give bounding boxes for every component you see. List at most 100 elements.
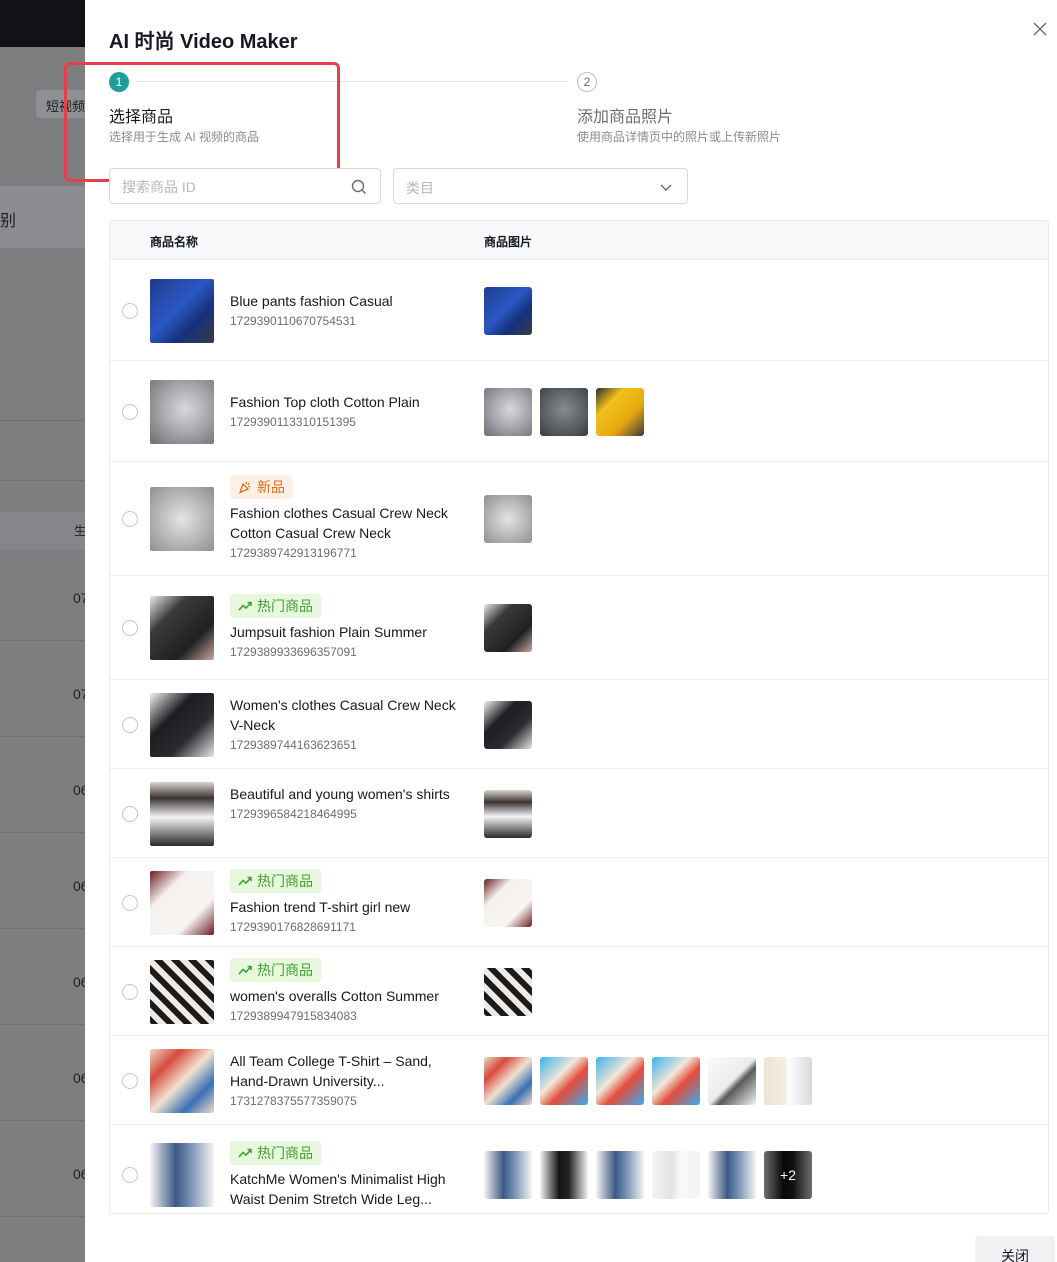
- product-name: Blue pants fashion Casual: [230, 293, 393, 309]
- row-select-radio[interactable]: [122, 511, 138, 527]
- product-images: [484, 790, 532, 838]
- product-info: 新品 Fashion clothes Casual Crew Neck Cotto…: [230, 475, 470, 560]
- header-product-name: 商品名称: [150, 235, 199, 249]
- row-select-radio[interactable]: [122, 1167, 138, 1183]
- product-info: Blue pants fashion Casual 172939011067075…: [230, 291, 470, 328]
- hot-product-badge: 热门商品: [230, 594, 321, 618]
- row-select-radio[interactable]: [122, 620, 138, 636]
- bg-divider: [0, 480, 90, 481]
- product-images: [484, 287, 532, 335]
- product-info: Beautiful and young women's shirts 172939…: [230, 784, 470, 821]
- product-name: Jumpsuit fashion Plain Summer: [230, 624, 427, 640]
- product-info: 热门商品 Fashion trend T-shirt girl new 172939…: [230, 869, 470, 934]
- product-name: Fashion Top cloth Cotton Plain: [230, 394, 420, 410]
- product-image[interactable]: [596, 1151, 644, 1199]
- row-select-radio[interactable]: [122, 806, 138, 822]
- product-info: Fashion Top cloth Cotton Plain 1729390113…: [230, 392, 470, 429]
- product-table: 商品名称 商品图片 Blue pants fashion Casual 17293…: [109, 220, 1049, 1214]
- step-1-number: 1: [109, 72, 129, 92]
- category-select[interactable]: 类目: [393, 168, 688, 204]
- product-thumbnail: [150, 279, 214, 343]
- product-image[interactable]: [484, 388, 532, 436]
- bg-side-char: 别: [0, 213, 17, 230]
- bg-divider: [0, 640, 90, 641]
- product-image[interactable]: [540, 1151, 588, 1199]
- product-thumbnail: [150, 693, 214, 757]
- product-image[interactable]: [484, 287, 532, 335]
- hot-product-badge: 热门商品: [230, 1141, 321, 1165]
- badge-label: 新品: [257, 479, 285, 495]
- product-thumbnail: [150, 1049, 214, 1113]
- product-image[interactable]: [708, 1151, 756, 1199]
- header-product-images: 商品图片: [484, 235, 533, 249]
- bg-divider: [0, 832, 90, 833]
- product-image[interactable]: [484, 1151, 532, 1199]
- product-images: [484, 388, 644, 436]
- row-select-radio[interactable]: [122, 895, 138, 911]
- search-input[interactable]: [122, 177, 342, 197]
- product-thumbnail: [150, 782, 214, 846]
- product-image[interactable]: [484, 790, 532, 838]
- product-image[interactable]: [652, 1151, 700, 1199]
- product-image[interactable]: [540, 1057, 588, 1105]
- party-popper-icon: [238, 481, 251, 494]
- product-name: women's overalls Cotton Summer: [230, 988, 439, 1004]
- product-id: 1729389744163623651: [230, 738, 357, 752]
- product-name: Women's clothes Casual Crew Neck V-Neck: [230, 697, 456, 733]
- row-select-radio[interactable]: [122, 404, 138, 420]
- step-1-desc: 选择用于生成 AI 视频的商品: [109, 130, 260, 144]
- product-image[interactable]: [652, 1057, 700, 1105]
- search-field: [109, 168, 381, 204]
- product-thumbnail: [150, 960, 214, 1024]
- category-placeholder: 类目: [406, 180, 434, 196]
- product-name: Fashion trend T-shirt girl new: [230, 899, 411, 915]
- product-thumbnail: [150, 487, 214, 551]
- chevron-down-icon: [660, 184, 672, 191]
- close-icon[interactable]: [1029, 18, 1051, 40]
- row-select-radio[interactable]: [122, 984, 138, 1000]
- step-2-desc: 使用商品详情页中的照片或上传新照片: [577, 130, 782, 144]
- product-image[interactable]: [484, 495, 532, 543]
- search-icon[interactable]: [350, 178, 368, 196]
- bg-divider: [0, 736, 90, 737]
- product-image[interactable]: [484, 879, 532, 927]
- product-image[interactable]: [484, 968, 532, 1016]
- product-images: [484, 701, 532, 749]
- close-button[interactable]: 关闭: [975, 1236, 1055, 1262]
- trending-icon: [238, 876, 252, 886]
- row-select-radio[interactable]: [122, 1073, 138, 1089]
- bg-divider: [0, 1024, 90, 1025]
- row-select-radio[interactable]: [122, 717, 138, 733]
- product-id: 1729396584218464995: [230, 807, 357, 821]
- product-image[interactable]: +2: [764, 1151, 812, 1199]
- product-thumbnail: [150, 871, 214, 935]
- product-info: 热门商品 Jumpsuit fashion Plain Summer 1729389…: [230, 594, 470, 659]
- product-image[interactable]: [764, 1057, 812, 1105]
- annotation-highlight-box: [64, 62, 340, 182]
- product-info: 热门商品 women's overalls Cotton Summer 172938…: [230, 958, 470, 1023]
- product-image[interactable]: [596, 388, 644, 436]
- product-image[interactable]: [540, 388, 588, 436]
- product-info: All Team College T-Shirt – Sand, Hand-Dr…: [230, 1051, 470, 1108]
- step-1-label: 选择商品: [109, 109, 174, 126]
- product-id: 1729389947915834083: [230, 1009, 357, 1023]
- product-image[interactable]: [484, 1057, 532, 1105]
- table-row: 热门商品 women's overalls Cotton Summer 172938…: [110, 947, 1048, 1036]
- product-id: 1729389933696357091: [230, 645, 357, 659]
- product-image[interactable]: [708, 1057, 756, 1105]
- step-connector: [137, 81, 567, 82]
- bg-divider: [0, 1120, 90, 1121]
- product-info: 热门商品 KatchMe Women's Minimalist High Wais…: [230, 1141, 470, 1209]
- product-image[interactable]: [484, 604, 532, 652]
- product-images: [484, 968, 532, 1016]
- bg-divider: [0, 420, 90, 421]
- table-row: 热门商品 KatchMe Women's Minimalist High Wais…: [110, 1125, 1048, 1213]
- product-image[interactable]: [596, 1057, 644, 1105]
- product-id: 1729390113310151395: [230, 415, 356, 429]
- product-image[interactable]: [484, 701, 532, 749]
- product-images: [484, 495, 532, 543]
- more-images-count: +2: [764, 1151, 812, 1199]
- table-row: 热门商品 Jumpsuit fashion Plain Summer 1729389…: [110, 576, 1048, 680]
- product-id: 1729390176828691171: [230, 920, 356, 934]
- row-select-radio[interactable]: [122, 303, 138, 319]
